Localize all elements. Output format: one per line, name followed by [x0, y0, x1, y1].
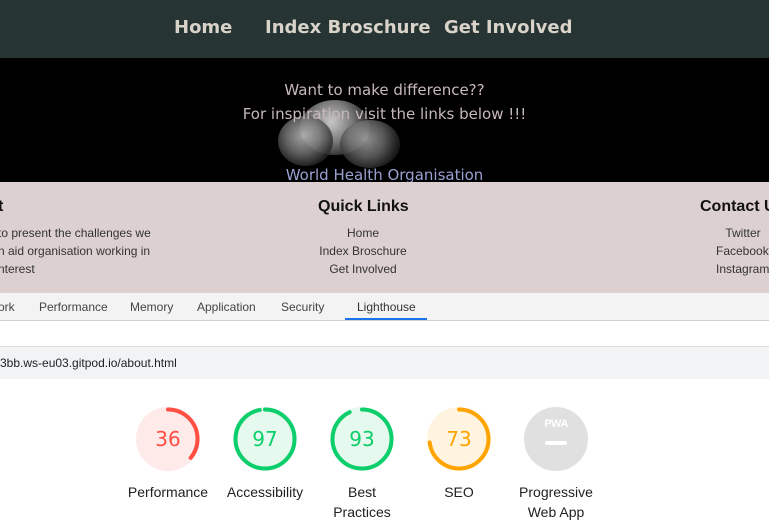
hero-banner: Want to make difference?? For inspiratio… [0, 58, 769, 182]
cloud-image-part [278, 116, 333, 166]
performance-gauge[interactable]: 36 [136, 407, 200, 471]
footer-about-text: n aid organisation working in [0, 244, 151, 258]
footer-about-text: to present the challenges we [0, 226, 151, 240]
seo-score: 73 [446, 427, 472, 451]
seo-label[interactable]: SEO [404, 482, 514, 502]
hero-heading: Want to make difference?? [284, 81, 485, 99]
accessibility-score: 97 [252, 427, 278, 451]
pwa-gauge[interactable]: PWA [524, 407, 588, 471]
pwa-badge-text: PWA [544, 418, 568, 430]
site-navbar: Home Index Broschure Get Involved [0, 0, 769, 58]
devtools-tabbar: ork Performance Memory Application Secur… [0, 293, 769, 321]
tab-memory[interactable]: Memory [130, 300, 173, 314]
footer-about-title: t [0, 198, 4, 215]
lighthouse-toolbar [0, 321, 769, 347]
accessibility-label[interactable]: Accessibility [210, 482, 320, 502]
best-practices-gauge[interactable]: 93 [330, 407, 394, 471]
footer-about-text: nterest [0, 262, 35, 276]
footer-link-instagram[interactable]: Instagram [716, 262, 769, 276]
performance-label[interactable]: Performance [113, 482, 223, 502]
tab-application[interactable]: Application [197, 300, 256, 314]
tab-network[interactable]: ork [0, 300, 15, 314]
tab-lighthouse[interactable]: Lighthouse [357, 300, 416, 314]
footer-link-facebook[interactable]: Facebook [716, 244, 769, 258]
cloud-image-part [340, 120, 400, 168]
footer-quick-links-title: Quick Links [318, 198, 409, 215]
nav-index-broschure-link[interactable]: Index Broschure [265, 17, 431, 38]
nav-home-link[interactable]: Home [174, 17, 232, 38]
hero-subheading: For inspiration visit the links below !!… [242, 105, 527, 123]
accessibility-gauge[interactable]: 97 [233, 407, 297, 471]
footer-contact-title: Contact U [700, 198, 769, 215]
footer-link-index-broschure[interactable]: Index Broschure [312, 244, 414, 258]
footer-link-get-involved[interactable]: Get Involved [312, 262, 414, 276]
active-tab-indicator [345, 318, 427, 320]
pwa-label[interactable]: Progressive Web App [501, 482, 611, 522]
site-footer: t to present the challenges we n aid org… [0, 182, 769, 293]
performance-score: 36 [155, 427, 181, 451]
report-url-bar: 3bb.ws-eu03.gitpod.io/about.html [0, 347, 769, 379]
best-practices-label[interactable]: Best Practices [307, 482, 417, 522]
report-url: 3bb.ws-eu03.gitpod.io/about.html [0, 356, 177, 370]
seo-gauge[interactable]: 73 [427, 407, 491, 471]
who-link[interactable]: World Health Organisation [0, 166, 769, 182]
nav-get-involved-link[interactable]: Get Involved [444, 17, 572, 38]
tab-performance[interactable]: Performance [39, 300, 108, 314]
pwa-badge-bar [545, 441, 567, 445]
footer-link-home[interactable]: Home [312, 226, 414, 240]
footer-link-twitter[interactable]: Twitter [716, 226, 769, 240]
tab-security[interactable]: Security [281, 300, 324, 314]
pwa-badge-icon: PWA [524, 407, 588, 471]
best-practices-score: 93 [349, 427, 375, 451]
